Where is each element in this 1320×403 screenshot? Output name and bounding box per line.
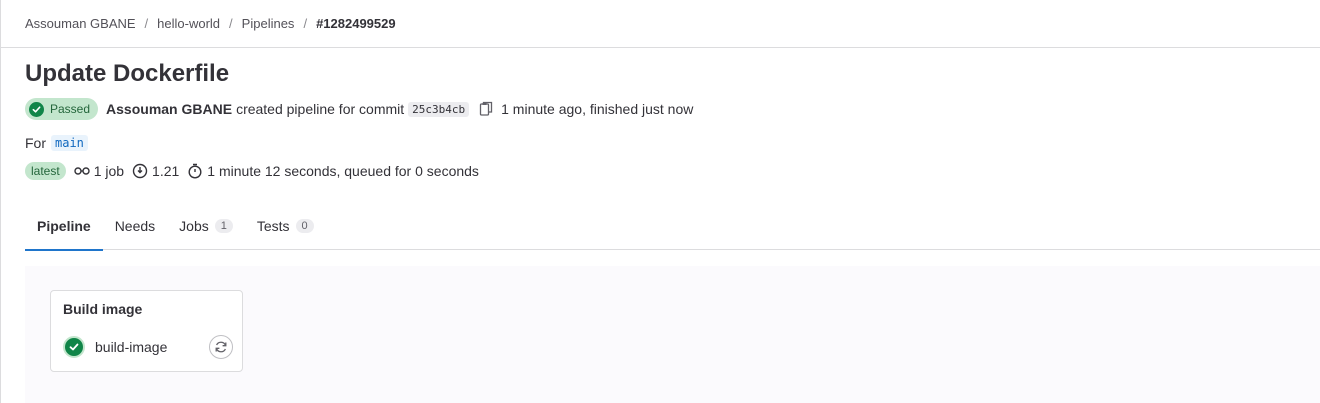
tab-label: Pipeline (37, 218, 91, 234)
page-title: Update Dockerfile (25, 60, 230, 87)
check-icon (29, 101, 44, 117)
tab-count: 1 (214, 219, 233, 233)
retry-icon (215, 341, 227, 353)
breadcrumb: Assouman GBANE / hello-world / Pipelines… (1, 0, 1320, 48)
copy-icon[interactable] (479, 101, 493, 117)
time-text: 1 minute ago, finished just now (501, 101, 694, 117)
tab-needs[interactable]: Needs (103, 202, 167, 250)
jobs-count-text: 1 job (93, 163, 125, 179)
pipeline-graph: Build image build-image (25, 266, 1320, 403)
ref-label: For (25, 135, 46, 151)
timer-icon (188, 163, 202, 179)
tab-label: Jobs (179, 218, 209, 234)
tab-jobs[interactable]: Jobs 1 (167, 202, 245, 250)
stage-card: Build image build-image (50, 290, 243, 372)
latest-badge: latest (25, 162, 66, 180)
ref-line: For main (25, 133, 88, 153)
jobs-count: 1 job (73, 163, 125, 179)
job-item[interactable]: build-image (63, 335, 233, 359)
breadcrumb-separator: / (144, 16, 149, 31)
tab-pipeline[interactable]: Pipeline (25, 202, 103, 251)
breadcrumb-item-pipelines[interactable]: Pipelines (242, 16, 295, 31)
tab-count: 0 (295, 219, 314, 233)
commit-sha-link[interactable]: 25c3b4cb (408, 101, 470, 117)
pipeline-status-line: Passed Assouman GBANE created pipeline f… (25, 97, 693, 121)
compute-value: 1.21 (152, 163, 180, 179)
duration-text: 1 minute 12 seconds, queued for 0 second… (207, 163, 479, 179)
breadcrumb-item-pipeline-id[interactable]: #1282499529 (316, 16, 396, 31)
retry-button[interactable] (209, 335, 233, 359)
pipeline-icon (73, 167, 90, 175)
compute-usage: 1.21 (132, 163, 179, 179)
compute-icon (132, 163, 148, 179)
tab-label: Needs (114, 218, 156, 234)
branch-link[interactable]: main (51, 135, 88, 151)
status-badge[interactable]: Passed (25, 98, 99, 120)
job-name: build-image (95, 339, 168, 355)
breadcrumb-separator: / (303, 16, 308, 31)
tab-label: Tests (256, 218, 290, 234)
breadcrumb-separator: / (229, 16, 233, 31)
pipeline-tabs: Pipeline Needs Jobs 1 Tests 0 (25, 202, 1320, 251)
action-text: created pipeline for commit (236, 101, 405, 117)
tab-tests[interactable]: Tests 0 (245, 202, 326, 250)
stage-title: Build image (63, 301, 143, 317)
breadcrumb-item-project[interactable]: hello-world (157, 16, 220, 31)
pipeline-meta: latest 1 job 1.21 1 minute 12 seconds, q… (25, 161, 487, 181)
status-label: Passed (50, 102, 91, 116)
check-icon (63, 336, 85, 358)
breadcrumb-item-user[interactable]: Assouman GBANE (25, 16, 136, 31)
duration: 1 minute 12 seconds, queued for 0 second… (187, 163, 479, 179)
author-link[interactable]: Assouman GBANE (106, 101, 232, 117)
